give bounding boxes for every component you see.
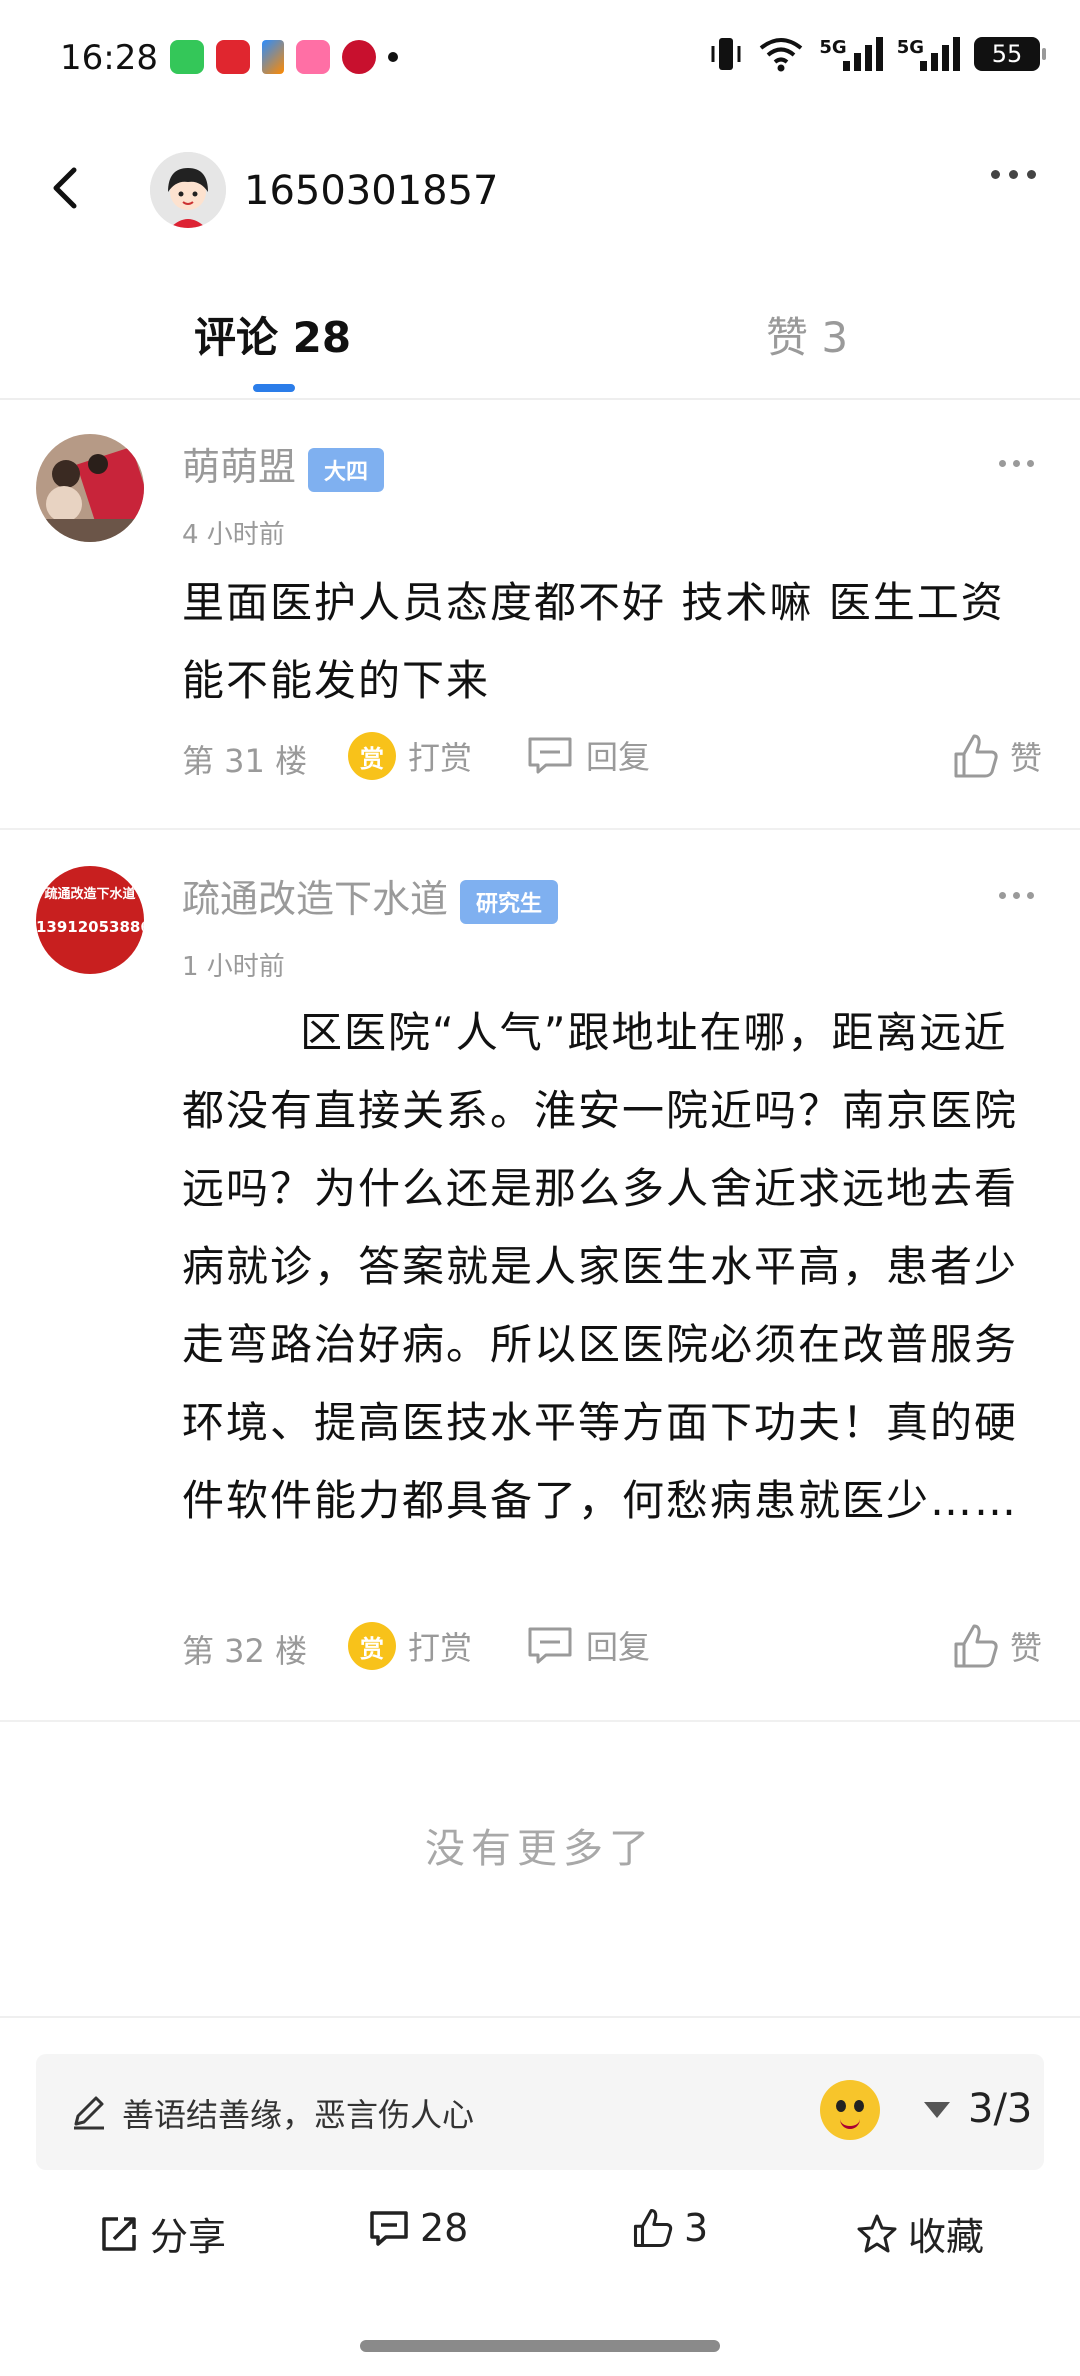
reward-coin-icon: 赏 — [348, 732, 396, 780]
comment-more-icon[interactable] — [999, 892, 1034, 899]
favorite-button[interactable]: 收藏 — [856, 2206, 984, 2261]
battery-level: 55 — [991, 40, 1023, 68]
more-options-icon[interactable] — [991, 170, 1036, 179]
reply-bubble-icon — [528, 737, 572, 774]
comment-more-icon[interactable] — [999, 460, 1034, 467]
signal-bars-2-icon — [920, 37, 960, 71]
thumbs-up-icon — [954, 1624, 998, 1668]
reply-button[interactable]: 回复 — [526, 732, 650, 778]
commenter-name-row: 疏通改造下水道 研究生 — [182, 868, 559, 924]
commenter-avatar[interactable] — [36, 434, 144, 542]
pinduoduo-app-icon — [216, 40, 250, 74]
comment-actions: 第 32 楼 赏 打赏 回复 赞 — [182, 1622, 1042, 1672]
tab-bar: 评论 28 赞 3 — [0, 290, 1080, 400]
header: 1650301857 — [0, 130, 1080, 250]
header-avatar[interactable] — [150, 152, 226, 228]
star-icon — [857, 2214, 897, 2252]
status-right: 5G 5G 55 — [709, 36, 1046, 72]
share-icon — [102, 2216, 136, 2251]
dropdown-triangle-icon[interactable] — [924, 2102, 950, 2118]
cartoon-avatar-icon — [150, 152, 226, 228]
video-app-icon — [262, 40, 284, 74]
comment-item: 疏通改造下水道 13912053886 疏通改造下水道 研究生 1 小时前 区医院… — [0, 830, 1080, 1720]
page-indicator[interactable]: 3/3 — [968, 2086, 1032, 2132]
floor-number: 第 31 楼 — [182, 742, 308, 780]
comment-item: 萌萌盟 大四 4 小时前 里面医护人员态度都不好 技术嘛 医生工资能不能发的下来 … — [0, 400, 1080, 830]
kuaishou-app-icon — [296, 40, 330, 74]
comment-actions: 第 31 楼 赏 打赏 回复 赞 — [182, 732, 1042, 782]
reward-button[interactable]: 赏 打赏 — [348, 732, 472, 780]
pen-icon — [74, 2096, 104, 2130]
page-title: 1650301857 — [244, 168, 499, 214]
avatar-sign-line-1: 疏通改造下水道 — [44, 887, 136, 902]
input-placeholder: 善语结善缘，恶言伤人心 — [122, 2096, 475, 2134]
more-notifications-dot-icon — [388, 52, 398, 62]
active-tab-indicator — [253, 384, 295, 392]
like-button[interactable]: 赞 — [952, 1622, 1042, 1670]
thumbs-up-icon — [954, 734, 998, 778]
like-button[interactable]: 赞 — [952, 732, 1042, 780]
comment-input[interactable]: 善语结善缘，恶言伤人心 3/3 — [36, 2054, 1044, 2170]
commenter-avatar[interactable]: 疏通改造下水道 13912053886 — [36, 866, 144, 974]
bottom-action-bar: 分享 28 3 收藏 — [0, 2196, 1080, 2266]
comment-time: 1 小时前 — [182, 952, 285, 982]
back-arrow-icon[interactable] — [36, 158, 96, 218]
emoji-icon[interactable] — [820, 2080, 880, 2140]
likes-count: 3 — [684, 2206, 709, 2250]
messages-app-icon — [170, 40, 204, 74]
home-indicator[interactable] — [360, 2340, 720, 2352]
commenter-name[interactable]: 疏通改造下水道 — [182, 877, 448, 921]
status-time: 16:28 — [60, 38, 158, 78]
comment-divider — [0, 1720, 1080, 1722]
battery-icon: 55 — [974, 37, 1046, 71]
share-label: 分享 — [150, 2215, 227, 2259]
reward-label: 打赏 — [408, 1629, 473, 1667]
tab-comments[interactable]: 评论 28 — [194, 304, 351, 365]
commenter-name[interactable]: 萌萌盟 — [182, 445, 296, 489]
avatar-sign-line-2: 13912053886 — [36, 918, 144, 936]
reward-button[interactable]: 赏 打赏 — [348, 1622, 472, 1670]
comment-text: 里面医护人员态度都不好 技术嘛 医生工资能不能发的下来 — [182, 578, 1005, 705]
reward-coin-icon: 赏 — [348, 1622, 396, 1670]
reply-label: 回复 — [586, 738, 651, 776]
share-button[interactable]: 分享 — [98, 2206, 226, 2261]
notification-icons — [170, 40, 398, 74]
grade-badge: 大四 — [308, 447, 385, 492]
page: 16:28 5G 5G 55 1650301857 评论 28 赞 3 萌萌盟 … — [0, 0, 1080, 2376]
avatar-sign: 疏通改造下水道 13912053886 — [36, 886, 144, 936]
reward-label: 打赏 — [408, 739, 473, 777]
signal-1: 5G — [819, 37, 883, 71]
signal-bars-1-icon — [842, 37, 883, 71]
tab-likes[interactable]: 赞 3 — [766, 304, 848, 365]
status-bar: 16:28 5G 5G 55 — [0, 0, 1080, 120]
floor-number: 第 32 楼 — [182, 1632, 308, 1670]
comment-time: 4 小时前 — [182, 520, 285, 550]
likes-count-button[interactable]: 3 — [632, 2206, 708, 2250]
wifi-icon — [760, 38, 803, 72]
vibrate-icon — [711, 38, 741, 70]
favorite-label: 收藏 — [908, 2215, 985, 2259]
photo-avatar-icon — [36, 434, 144, 542]
grade-badge: 研究生 — [460, 879, 559, 924]
reply-label: 回复 — [586, 1628, 651, 1666]
signal-2: 5G — [897, 37, 960, 71]
reply-bubble-icon — [528, 1627, 572, 1664]
comments-count: 28 — [420, 2206, 469, 2250]
comments-count-button[interactable]: 28 — [368, 2206, 468, 2250]
comment-icon — [370, 2211, 408, 2246]
thumbs-up-icon — [633, 2208, 673, 2248]
reply-button[interactable]: 回复 — [526, 1622, 650, 1668]
bank-app-icon — [342, 40, 376, 74]
no-more-text: 没有更多了 — [425, 1826, 655, 1872]
comment-text: 区医院“人气”跟地址在哪，距离远近都没有直接关系。淮安一院近吗？南京医院远吗？为… — [182, 1008, 1019, 1525]
bottom-divider — [0, 2016, 1080, 2018]
commenter-name-row: 萌萌盟 大四 — [182, 436, 385, 492]
like-label: 赞 — [1009, 739, 1042, 777]
like-label: 赞 — [1009, 1629, 1042, 1667]
